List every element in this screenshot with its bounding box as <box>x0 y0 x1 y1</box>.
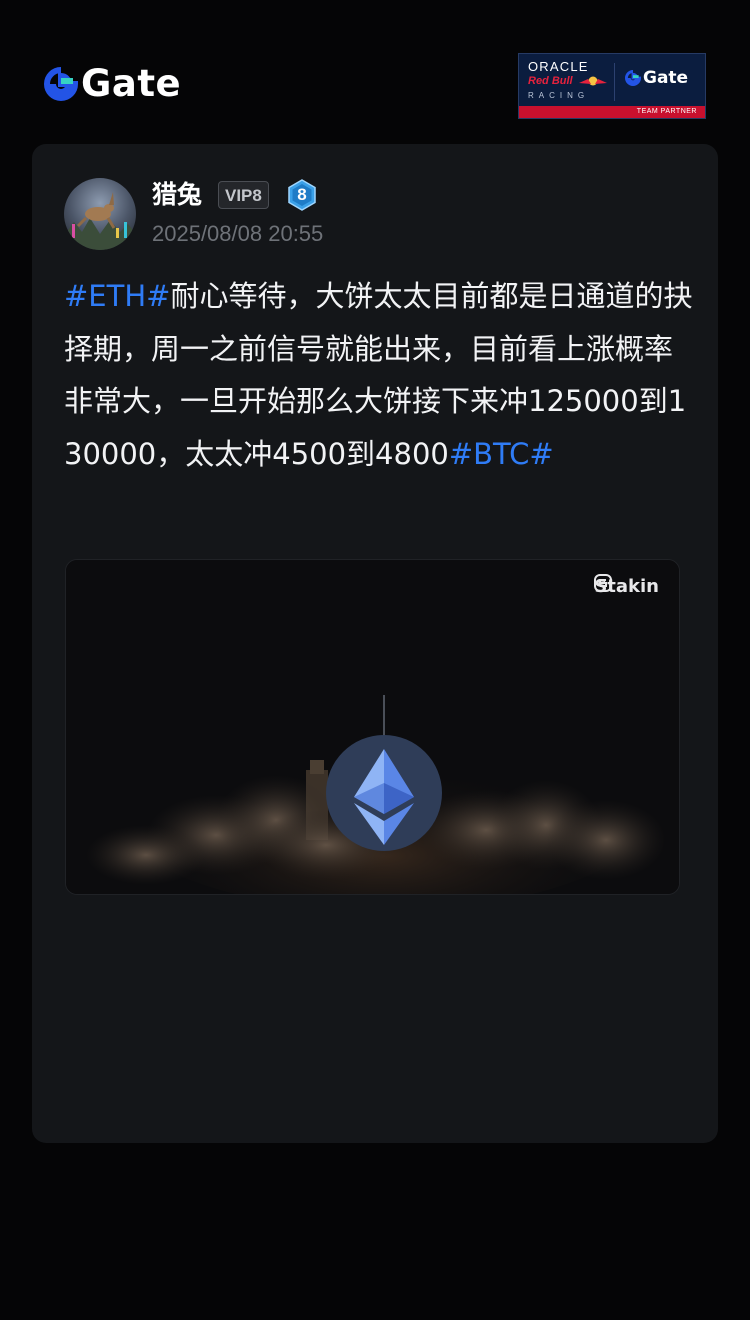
page: Gate ORACLE Red Bull RACING Gate TEAM PA… <box>0 0 750 1320</box>
post-card[interactable]: 猎兔 VIP8 8 2025/08/08 20:55 #ETH#耐心等待，大饼太… <box>32 144 718 1143</box>
stakin-watermark: Stakin <box>594 574 659 600</box>
bull-icon <box>578 76 607 86</box>
partner-divider <box>614 63 615 101</box>
level-badge-number: 8 <box>297 185 307 204</box>
partner-line-racing: RACING <box>528 91 590 100</box>
partner-banner[interactable]: ORACLE Red Bull RACING Gate TEAM PARTNER <box>518 53 706 119</box>
username[interactable]: 猎兔 <box>152 178 202 212</box>
partner-line-redbull: Red Bull <box>528 75 608 88</box>
rocket-launch-illustration <box>66 560 679 894</box>
rabbit-avatar-icon <box>64 178 136 250</box>
partner-racing-logo: ORACLE Red Bull RACING <box>528 60 608 101</box>
level-badge: 8 <box>287 179 317 211</box>
partner-redbull-text: Red Bull <box>528 75 573 87</box>
stakin-icon <box>594 574 613 592</box>
hashtag-eth[interactable]: #ETH# <box>64 279 170 313</box>
post-body: #ETH#耐心等待，大饼太太目前都是日通道的抉择期，周一之前信号就能出来，目前看… <box>64 270 694 480</box>
brand-name: Gate <box>81 62 182 105</box>
gate-logo-small-icon <box>625 70 641 86</box>
avatar[interactable] <box>64 178 136 250</box>
partner-line-oracle: ORACLE <box>528 59 589 74</box>
partner-gate-text: Gate <box>643 68 689 88</box>
vip-badge: VIP8 <box>218 181 269 209</box>
post-timestamp: 2025/08/08 20:55 <box>152 221 324 246</box>
hashtag-btc[interactable]: #BTC# <box>449 437 554 471</box>
post-image[interactable]: Stakin <box>65 559 680 895</box>
partner-tag: TEAM PARTNER <box>519 106 705 118</box>
partner-gate-logo: Gate <box>625 68 688 88</box>
gate-logo[interactable]: Gate <box>44 62 181 106</box>
gate-logo-icon <box>44 67 78 101</box>
